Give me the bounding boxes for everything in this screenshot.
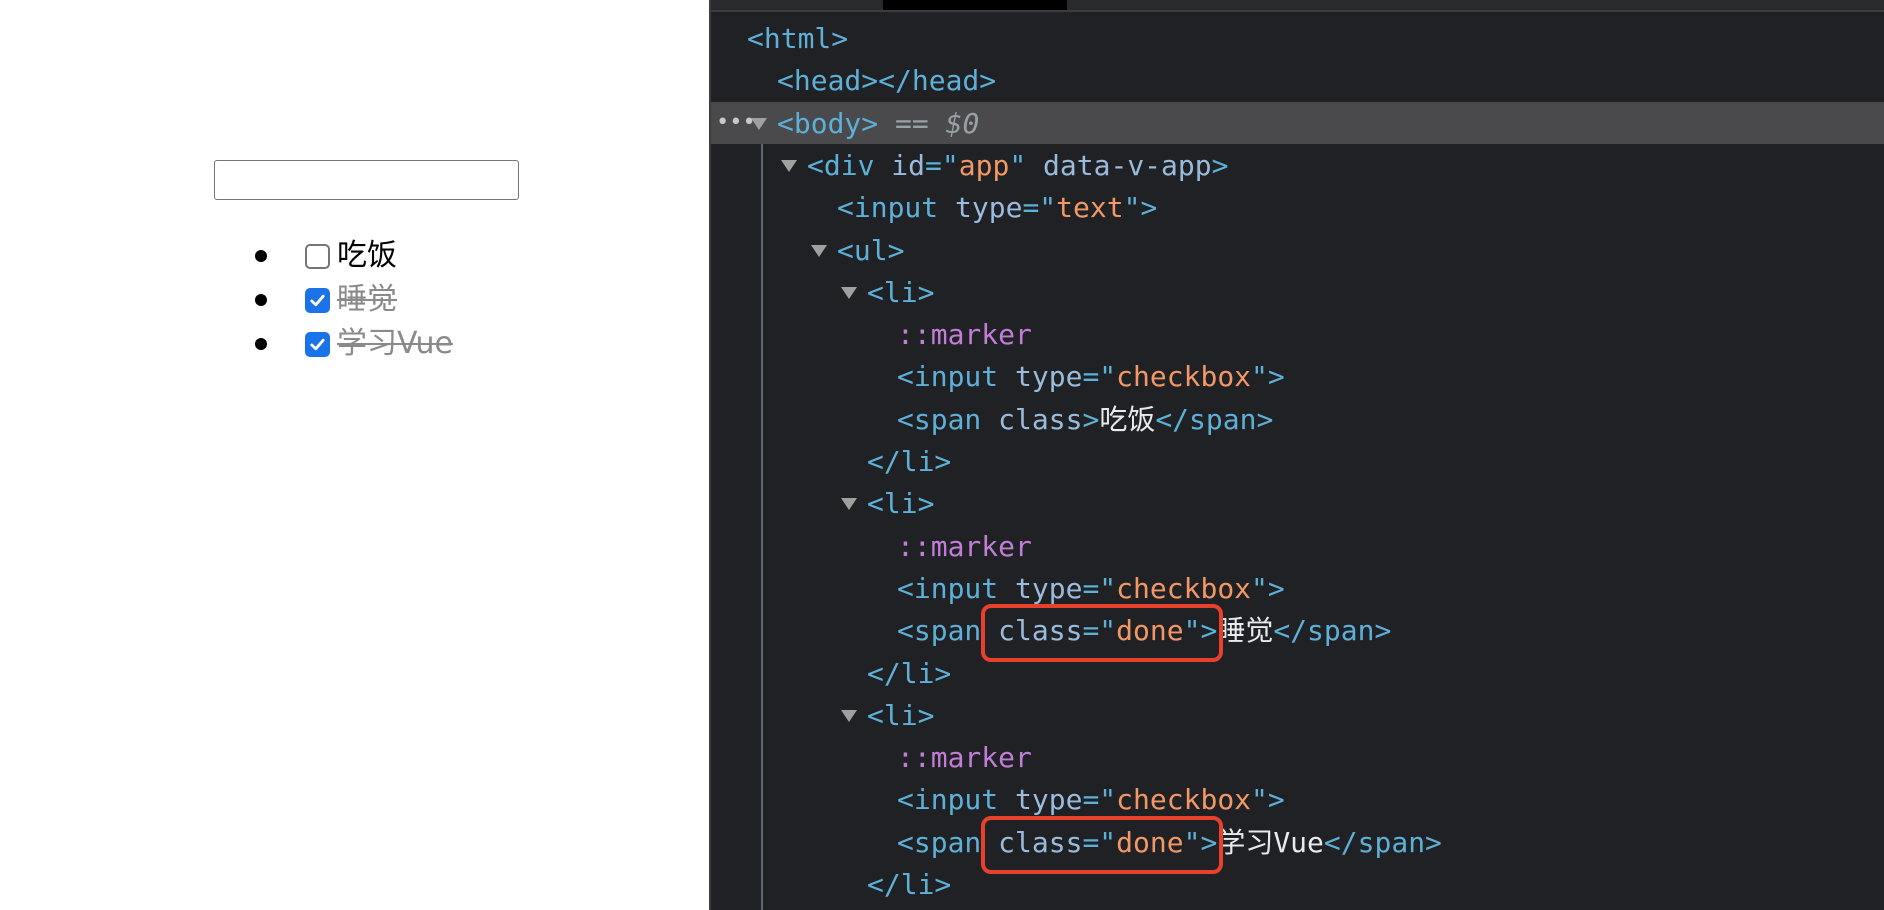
- todo-item: 吃饭: [255, 236, 397, 276]
- todo-label: 吃饭: [337, 238, 397, 273]
- dom-token-muted: $0: [945, 106, 980, 140]
- dom-token-val: checkbox: [1116, 571, 1252, 605]
- checkmark-icon: [310, 294, 325, 306]
- dom-node-line[interactable]: <div id="app" data-v-app>: [807, 145, 1228, 187]
- dom-token-val: checkbox: [1116, 360, 1252, 394]
- dom-token-attr: type: [1015, 783, 1083, 817]
- dom-token-attr: type: [955, 191, 1023, 225]
- todo-checkbox[interactable]: [305, 331, 330, 357]
- bullet-marker: [255, 294, 267, 306]
- dom-node-line[interactable]: <input type="text">: [837, 187, 1157, 229]
- dom-token-tag: <html>: [747, 22, 849, 55]
- dom-token-attr: type: [1015, 360, 1083, 394]
- dom-token-val: text: [1056, 191, 1124, 225]
- bullet-marker: [255, 338, 267, 350]
- dom-node-line[interactable]: ::marker: [897, 737, 1032, 779]
- dom-node-line[interactable]: </li>: [867, 864, 951, 906]
- dom-token-tag: </li>: [867, 868, 952, 901]
- dom-token-tag: <div: [807, 148, 892, 182]
- dom-token-tag: <li>: [867, 698, 935, 732]
- dom-token-tag: =": [1082, 360, 1117, 394]
- more-options-icon[interactable]: •••: [716, 102, 756, 144]
- dom-token-tag: ">: [1123, 191, 1158, 225]
- devtools-elements-panel: ••• <html> <head></head> <body> == $0 <div …: [709, 0, 1884, 910]
- todo-item: 学习Vue: [255, 324, 453, 364]
- checkmark-icon: [310, 338, 325, 350]
- dom-token-tag: </span>: [1323, 825, 1442, 859]
- dom-token-attr: data-v-app: [1043, 148, 1212, 182]
- dom-node-line[interactable]: <li>: [867, 695, 934, 737]
- expand-arrow-icon[interactable]: [811, 244, 827, 257]
- dom-token-tag: <li>: [867, 487, 935, 521]
- todo-label: 睡觉: [337, 282, 397, 317]
- dom-node-line[interactable]: <html>: [747, 18, 848, 60]
- todo-checkbox[interactable]: [305, 243, 330, 269]
- annotation-highlight-box: [980, 815, 1224, 874]
- dom-token-muted: ==: [878, 106, 946, 140]
- dom-token-tag: >: [1082, 402, 1100, 436]
- dom-node-line[interactable]: <input type="checkbox">: [897, 356, 1285, 398]
- dom-token-tag: <ul>: [837, 233, 905, 267]
- todo-input[interactable]: [214, 160, 519, 200]
- dom-token-tag: </li>: [867, 656, 952, 690]
- dom-token-tag: ": [1009, 148, 1044, 182]
- dom-token-pseudo: ::marker: [897, 741, 1032, 775]
- dom-token-txt: 学习Vue: [1217, 825, 1324, 859]
- dom-token-pseudo: ::marker: [897, 318, 1032, 352]
- dom-node-line[interactable]: ::marker: [897, 314, 1032, 356]
- dom-token-tag: =": [1082, 571, 1117, 605]
- dom-token-txt: 吃饭: [1099, 402, 1156, 436]
- dom-token-tag: </span>: [1273, 614, 1392, 648]
- todo-item: 睡觉: [255, 280, 397, 320]
- dom-token-tag: =": [1082, 783, 1117, 817]
- dom-node-line[interactable]: <body> == $0: [777, 103, 979, 145]
- dom-token-tag: <span: [897, 402, 999, 436]
- dom-token-attr: id: [891, 148, 926, 182]
- dom-token-val: app: [958, 148, 1010, 182]
- dom-token-tag: >: [1211, 148, 1229, 182]
- dom-token-attr: class: [998, 402, 1083, 436]
- dom-token-tag: =": [925, 148, 959, 182]
- dom-token-tag: <body>: [777, 106, 879, 140]
- dom-token-tag: <input: [837, 191, 956, 225]
- dom-token-tag: <input: [897, 360, 1016, 394]
- dom-token-attr: type: [1015, 571, 1083, 605]
- dom-node-line[interactable]: <head></head>: [777, 60, 996, 102]
- dom-token-tag: </span>: [1155, 402, 1274, 436]
- dom-token-tag: <li>: [867, 275, 935, 309]
- indent-guide: [761, 144, 763, 910]
- dom-node-line[interactable]: ::marker: [897, 526, 1032, 568]
- dom-token-tag: ">: [1251, 360, 1285, 394]
- expand-arrow-icon[interactable]: [751, 117, 767, 130]
- dom-node-line[interactable]: <ul>: [837, 230, 904, 272]
- dom-token-txt: 睡觉: [1217, 614, 1274, 648]
- devtools-active-tab[interactable]: [883, 0, 1067, 10]
- dom-token-tag: =": [1022, 191, 1057, 225]
- expand-arrow-icon[interactable]: [841, 498, 857, 511]
- bullet-marker: [255, 250, 267, 262]
- dom-token-tag: <input: [897, 783, 1016, 817]
- todo-label: 学习Vue: [337, 326, 453, 361]
- annotation-highlight-box: [980, 604, 1224, 663]
- expand-arrow-icon[interactable]: [841, 286, 857, 299]
- dom-node-line[interactable]: </li>: [867, 653, 951, 695]
- dom-token-pseudo: ::marker: [897, 529, 1032, 563]
- expand-arrow-icon[interactable]: [841, 709, 857, 722]
- dom-token-tag: ">: [1251, 783, 1285, 817]
- dom-token-tag: <input: [897, 571, 1016, 605]
- dom-token-tag: <head></head>: [777, 64, 997, 98]
- todo-checkbox[interactable]: [305, 287, 330, 313]
- dom-token-tag: ">: [1251, 571, 1285, 605]
- dom-node-line[interactable]: <span class>吃饭</span>: [897, 399, 1273, 441]
- dom-token-tag: </li>: [867, 445, 952, 478]
- dom-token-val: checkbox: [1116, 783, 1252, 817]
- devtools-tab-bar: [711, 0, 1884, 12]
- dom-node-line[interactable]: </li>: [867, 441, 951, 483]
- dom-node-line[interactable]: <li>: [867, 272, 934, 314]
- expand-arrow-icon[interactable]: [781, 159, 797, 172]
- dom-node-line[interactable]: <li>: [867, 483, 934, 525]
- page-preview: 吃饭睡觉学习Vue: [0, 0, 709, 910]
